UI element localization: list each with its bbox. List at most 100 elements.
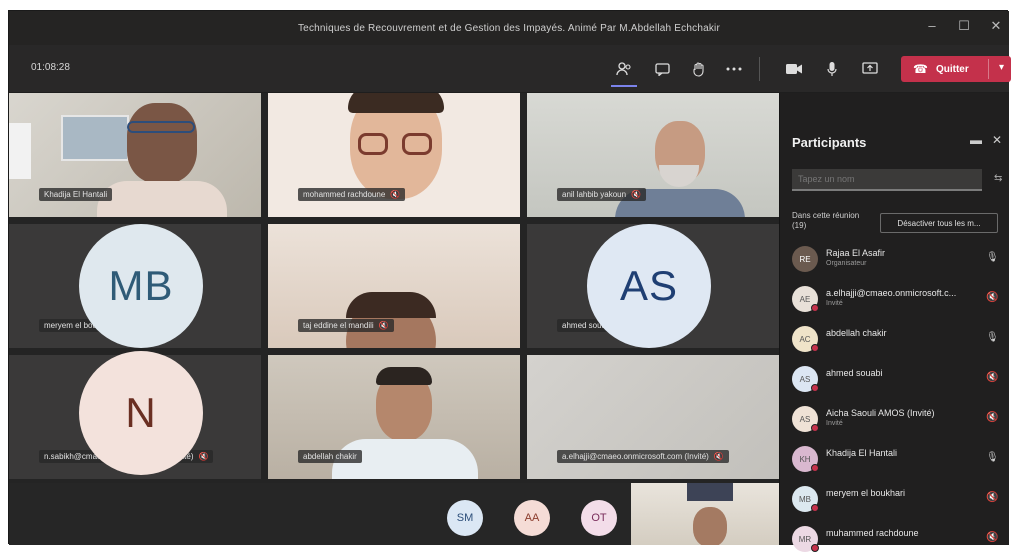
video-tile[interactable]: a.elhajji@cmaeo.onmicrosoft.com (Invité)… — [527, 355, 779, 479]
window-controls: – ☐ ✕ — [925, 18, 1003, 34]
participant-list: RE Rajaa El Asafir Organisateur 🎙 AE a.e… — [780, 239, 1010, 559]
avatar-initials: OT — [591, 512, 607, 524]
tile-name-label: mohammed rachdoune 🔇 — [298, 188, 406, 201]
avatar: RE — [792, 246, 818, 272]
maximize-button[interactable]: ☐ — [957, 18, 971, 34]
mic-off-icon: 🔇 — [198, 452, 209, 461]
video-tile[interactable]: Khadija El Hantali — [9, 93, 261, 217]
close-icon[interactable]: ✕ — [992, 133, 1002, 147]
tile-name-text: mohammed rachdoune — [303, 190, 386, 199]
more-icon[interactable] — [723, 59, 745, 79]
mic-off-icon: 🔇 — [986, 292, 999, 303]
window-title: Techniques de Recouvrement et de Gestion… — [297, 22, 720, 34]
toolbar-separator — [759, 57, 760, 81]
avatar-initials: MB — [108, 262, 174, 309]
tile-name-text: Khadija El Hantali — [44, 190, 108, 199]
presence-badge — [811, 424, 819, 432]
avatar-initials: N — [125, 389, 157, 436]
list-item[interactable]: AS Aicha Saouli AMOS (Invité) Invité 🔇 — [780, 399, 1010, 439]
mic-off-icon: 🔇 — [986, 412, 999, 423]
participant-name: Rajaa El Asafir — [826, 248, 886, 258]
meeting-toolbar: 01:08:28 ☎ Quitter ▾ — [9, 45, 1011, 93]
tile-name-text: anil lahbib yakoun — [562, 190, 627, 199]
share-invite-icon[interactable]: ⇆ — [994, 173, 1002, 184]
avatar-large: MB — [79, 224, 203, 348]
list-item[interactable]: AS ahmed souabi 🔇 — [780, 359, 1010, 399]
avatar-initials: AE — [799, 294, 811, 304]
list-item[interactable]: AC abdellah chakir 🎙 — [780, 319, 1010, 359]
presence-badge — [811, 344, 819, 352]
avatar-initials: AS — [799, 374, 811, 384]
background-object — [687, 483, 733, 501]
glasses — [358, 133, 388, 155]
avatar-initials: AC — [799, 334, 811, 344]
minimize-button[interactable]: – — [925, 18, 939, 34]
chevron-down-icon[interactable]: ▾ — [999, 62, 1004, 73]
participant-role: Invité — [826, 300, 843, 307]
hair — [376, 367, 432, 385]
presence-badge — [811, 384, 819, 392]
tile-name-label: Khadija El Hantali — [39, 188, 113, 201]
avatar-small[interactable]: SM — [447, 500, 483, 536]
avatar-initials: AS — [619, 262, 679, 309]
video-tile[interactable]: abdellah chakir — [268, 355, 520, 479]
close-window-button[interactable]: ✕ — [989, 18, 1003, 34]
participant-name: Khadija El Hantali — [826, 448, 898, 458]
leave-split — [988, 59, 989, 79]
participant-role: Invité — [826, 420, 843, 427]
presence-badge — [811, 544, 819, 552]
mute-all-button[interactable]: Désactiver tous les m... — [880, 213, 998, 233]
presence-badge — [811, 504, 819, 512]
panel-title: Participants — [792, 135, 867, 150]
video-tile[interactable]: taj eddine el mandili 🔇 — [268, 224, 520, 348]
avatar-initials: SM — [456, 512, 474, 524]
tile-name-label: abdellah chakir — [298, 450, 362, 463]
participants-panel: Participants ▬ ✕ ⇆ Dans cette réunion (1… — [779, 93, 1009, 552]
mic-off-icon: 🔇 — [378, 321, 389, 330]
mic-off-icon: 🔇 — [986, 372, 999, 383]
section-label: Dans cette réunion (19) — [792, 211, 860, 230]
avatar-small[interactable]: OT — [581, 500, 617, 536]
chat-icon[interactable] — [651, 59, 673, 79]
mic-icon: 🎙 — [986, 452, 999, 463]
presence-badge — [811, 464, 819, 472]
tile-name-text: abdellah chakir — [303, 452, 357, 461]
avatar-initials: AS — [799, 414, 811, 424]
beard — [659, 165, 699, 187]
leave-button[interactable]: ☎ Quitter ▾ — [901, 56, 1011, 82]
self-video-preview[interactable] — [631, 483, 779, 545]
hair — [348, 93, 444, 113]
mic-icon[interactable] — [821, 59, 843, 79]
list-item[interactable]: MR muhammed rachdoune 🔇 — [780, 519, 1010, 559]
raise-hand-icon[interactable] — [687, 59, 709, 79]
video-tile[interactable]: mohammed rachdoune 🔇 — [268, 93, 520, 217]
avatar-initials: RE — [799, 254, 811, 264]
list-item[interactable]: AE a.elhajji@cmaeo.onmicrosoft.c... Invi… — [780, 279, 1010, 319]
participants-icon[interactable] — [611, 59, 637, 87]
participant-name: meryem el boukhari — [826, 488, 906, 498]
tile-name-text: a.elhajji@cmaeo.onmicrosoft.com (Invité) — [562, 452, 709, 461]
presence-badge — [811, 304, 819, 312]
video-stage: Khadija El Hantali mohammed rachdoune 🔇 a… — [9, 93, 779, 545]
list-item[interactable]: MB meryem el boukhari 🔇 — [780, 479, 1010, 519]
avatar-small[interactable]: AA — [514, 500, 550, 536]
window-background — [61, 115, 129, 161]
tile-name-label: anil lahbib yakoun 🔇 — [557, 188, 647, 201]
avatar-initials: KH — [799, 454, 811, 464]
more-options-icon[interactable]: ▬ — [970, 133, 982, 147]
participant-name: ahmed souabi — [826, 368, 883, 378]
participant-name: Aicha Saouli AMOS (Invité) — [826, 408, 935, 418]
share-icon[interactable] — [859, 59, 881, 79]
camera-icon[interactable] — [783, 59, 805, 79]
video-tile[interactable]: anil lahbib yakoun 🔇 — [527, 93, 779, 217]
mic-off-icon: 🔇 — [986, 492, 999, 503]
list-item[interactable]: RE Rajaa El Asafir Organisateur 🎙 — [780, 239, 1010, 279]
leave-label: Quitter — [935, 63, 969, 75]
glasses — [127, 121, 195, 133]
hang-up-icon: ☎ — [913, 62, 928, 76]
avatar-large: N — [79, 351, 203, 475]
participant-search-input[interactable] — [792, 169, 982, 191]
meeting-timer: 01:08:28 — [31, 62, 70, 73]
avatar-large: AS — [587, 224, 711, 348]
list-item[interactable]: KH Khadija El Hantali 🎙 — [780, 439, 1010, 479]
